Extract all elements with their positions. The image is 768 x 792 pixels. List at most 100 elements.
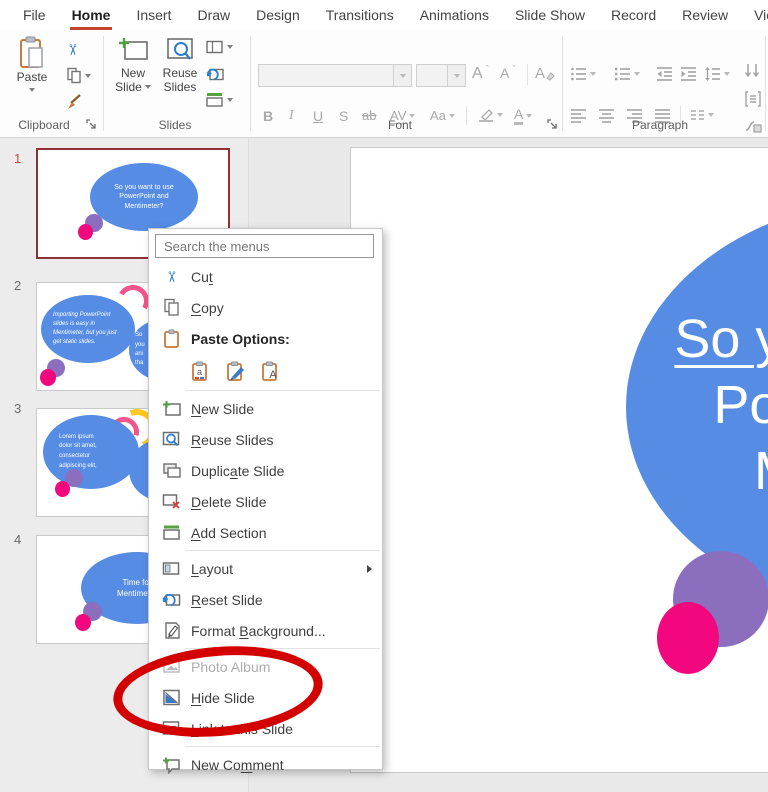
- copy-chevron-down-icon[interactable]: [85, 73, 91, 78]
- reuse-slides-label-1: Reuse: [162, 66, 198, 80]
- font-group-label: Font: [387, 118, 412, 132]
- menu-item-format-background[interactable]: Format Background...: [149, 615, 382, 646]
- menu-item-new-slide[interactable]: New Slide: [149, 393, 382, 424]
- menu-item-layout[interactable]: Layout: [149, 553, 382, 584]
- tab-animations[interactable]: Animations: [407, 0, 502, 30]
- cut-scissors-icon: ✂: [162, 270, 180, 283]
- line-spacing-button[interactable]: [704, 66, 730, 82]
- search-input[interactable]: [155, 234, 374, 258]
- paste-clipboard-icon: [20, 36, 43, 68]
- paste-chevron-down-icon[interactable]: [29, 88, 35, 92]
- bold-button[interactable]: B: [263, 108, 273, 124]
- case-chevron-down-icon[interactable]: [448, 113, 455, 118]
- group-divider: [562, 36, 563, 131]
- slide-number-1: 1: [14, 151, 22, 166]
- menu-item-add-section[interactable]: Add Section: [149, 517, 382, 548]
- decrease-indent-icon: [657, 67, 672, 81]
- increase-indent-button[interactable]: [680, 66, 697, 82]
- pink-dot-shape: [40, 369, 56, 386]
- tab-design[interactable]: Design: [243, 0, 313, 30]
- align-text-button[interactable]: [744, 90, 762, 108]
- delete-slide-icon: [162, 492, 181, 511]
- numbering-chevron-down-icon[interactable]: [634, 72, 640, 76]
- pink-dot-shape[interactable]: [657, 602, 719, 674]
- menu-item-cut[interactable]: ✂ Cut: [149, 261, 382, 292]
- add-section-icon: [162, 523, 181, 542]
- tab-insert[interactable]: Insert: [123, 0, 184, 30]
- menu-item-reset-slide[interactable]: Reset Slide: [149, 584, 382, 615]
- section-chevron-down-icon[interactable]: [227, 97, 233, 102]
- slide-number-4: 4: [14, 532, 22, 547]
- clear-formatting-button[interactable]: A: [535, 65, 555, 82]
- menu-item-new-comment[interactable]: New Comment: [149, 749, 382, 780]
- shrink-font-button[interactable]: Aˇ: [500, 64, 515, 81]
- paste-button[interactable]: Paste: [8, 36, 56, 92]
- bullets-chevron-down-icon[interactable]: [590, 72, 596, 76]
- highlight-color-button[interactable]: [478, 108, 503, 122]
- font-size-chevron-down-icon[interactable]: [447, 65, 465, 86]
- paste-picture-button[interactable]: [225, 360, 247, 382]
- tab-draw[interactable]: Draw: [184, 0, 243, 30]
- bullets-button[interactable]: [570, 66, 596, 82]
- new-slide-chevron-down-icon[interactable]: [144, 85, 151, 89]
- paste-keep-source-formatting-button[interactable]: a: [190, 360, 212, 382]
- tab-home[interactable]: Home: [59, 0, 124, 30]
- ribbon-tab-bar: File Home Insert Draw Design Transitions…: [0, 0, 768, 30]
- tab-transitions[interactable]: Transitions: [313, 0, 407, 30]
- ribbon: Paste ✂ Clipboard New Slide Reuse Slides…: [0, 30, 768, 138]
- reset-slide-icon: [206, 68, 224, 81]
- new-slide-button[interactable]: New Slide: [110, 36, 156, 94]
- reuse-slides-label-2: Slides: [163, 80, 197, 94]
- format-painter-button[interactable]: [66, 93, 83, 110]
- menu-item-paste-options: Paste Options:: [149, 323, 382, 354]
- speech-bubble: Importing PowerPoint slides is easy in M…: [41, 295, 135, 363]
- font-dialog-launcher[interactable]: [546, 118, 559, 131]
- font-name-chevron-down-icon[interactable]: [393, 65, 411, 86]
- paste-keep-text-only-button[interactable]: A: [260, 360, 282, 382]
- underline-button[interactable]: U: [313, 108, 323, 124]
- slide-title-text[interactable]: So you want to use PowerPoint and Mentim…: [626, 206, 768, 606]
- decrease-indent-button[interactable]: [656, 66, 673, 82]
- group-divider: [103, 36, 104, 131]
- text-direction-button[interactable]: [744, 62, 762, 80]
- highlight-chevron-down-icon[interactable]: [497, 113, 503, 117]
- text-direction-icon: [744, 64, 760, 78]
- menu-item-reuse-slides[interactable]: Reuse Slides: [149, 424, 382, 455]
- tab-review[interactable]: Review: [669, 0, 741, 30]
- reset-slide-button[interactable]: [206, 66, 224, 82]
- italic-button[interactable]: I: [289, 108, 294, 124]
- grow-font-button[interactable]: Aˆ: [472, 64, 489, 83]
- menu-item-delete-slide[interactable]: Delete Slide: [149, 486, 382, 517]
- copy-button[interactable]: [66, 67, 91, 84]
- menu-item-copy[interactable]: Copy: [149, 292, 382, 323]
- convert-to-smartart-button[interactable]: [744, 118, 762, 134]
- layout-chevron-down-icon[interactable]: [227, 45, 233, 49]
- increase-indent-icon: [681, 67, 696, 81]
- font-name-combo[interactable]: [258, 64, 412, 87]
- slide-editing-canvas[interactable]: So you want to use PowerPoint and Mentim…: [350, 147, 768, 773]
- new-slide-label-2: Slide: [115, 80, 142, 94]
- new-slide-label-1: New: [120, 66, 145, 80]
- tab-view[interactable]: View: [741, 0, 768, 30]
- line-spacing-chevron-down-icon[interactable]: [724, 72, 730, 76]
- slide-layout-icon: [206, 40, 223, 54]
- font-color-button[interactable]: A: [514, 106, 533, 125]
- speech-bubble: So you want to use PowerPoint and Mentim…: [90, 163, 198, 231]
- add-section-button[interactable]: [206, 92, 233, 107]
- tab-file[interactable]: File: [10, 0, 59, 30]
- menu-item-duplicate-slide[interactable]: Duplicate Slide: [149, 455, 382, 486]
- numbering-button[interactable]: [614, 66, 640, 82]
- font-color-chevron-down-icon[interactable]: [526, 113, 533, 118]
- cut-button[interactable]: ✂: [63, 41, 80, 59]
- clipboard-dialog-launcher[interactable]: [85, 118, 98, 131]
- font-size-combo[interactable]: [416, 64, 466, 87]
- tab-record[interactable]: Record: [598, 0, 669, 30]
- paste-options-row: a A: [149, 354, 382, 388]
- tab-slide-show[interactable]: Slide Show: [502, 0, 598, 30]
- reset-slide-icon: [162, 590, 181, 609]
- columns-chevron-down-icon[interactable]: [708, 113, 714, 117]
- align-left-button[interactable]: [570, 108, 587, 124]
- slide-layout-button[interactable]: [206, 40, 233, 54]
- speech-bubble: Lorem ipsum dolor sit amet, consectetur …: [43, 415, 139, 489]
- reuse-slides-button[interactable]: Reuse Slides: [157, 36, 203, 94]
